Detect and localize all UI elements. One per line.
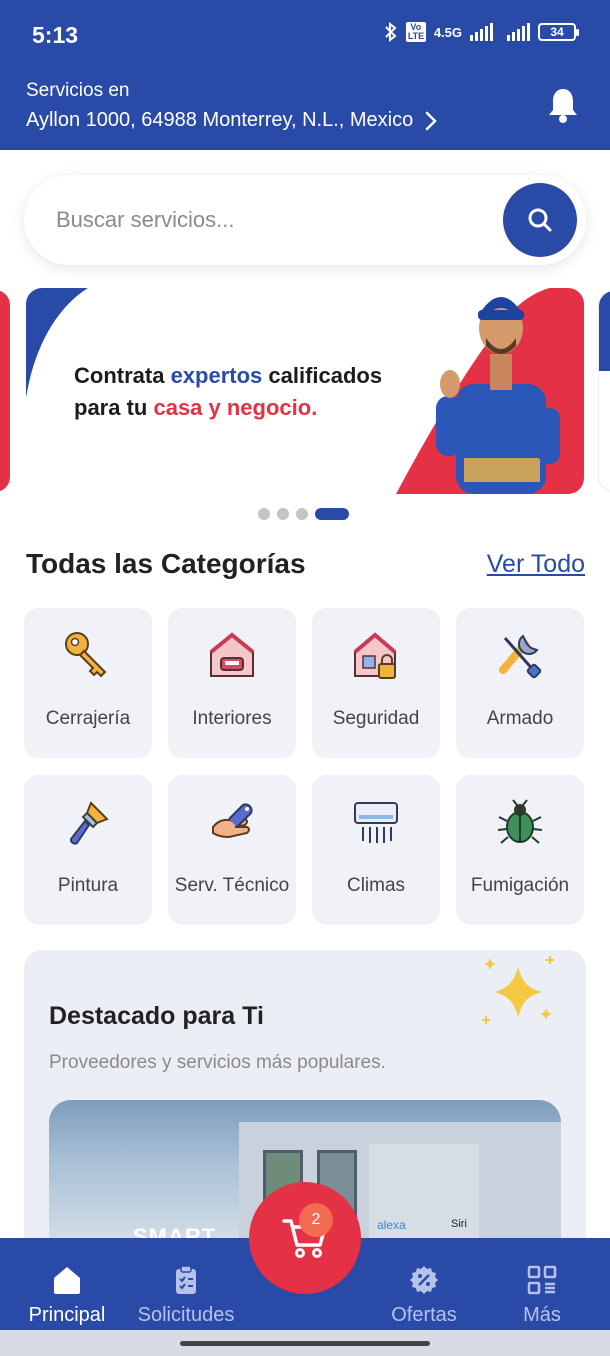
nav-principal[interactable]: Principal xyxy=(7,1238,127,1330)
clipboard-icon xyxy=(176,1265,196,1294)
cart-button[interactable] xyxy=(249,1182,361,1294)
category-interiores[interactable]: Interiores xyxy=(168,608,296,758)
carousel-dot[interactable] xyxy=(296,508,308,520)
discount-icon xyxy=(410,1266,438,1294)
category-pintura[interactable]: Pintura xyxy=(24,775,152,925)
nav-label: Ofertas xyxy=(391,1304,457,1326)
banner-text-2: expertos xyxy=(170,363,263,388)
signal-icon xyxy=(470,23,493,41)
key-icon xyxy=(65,632,107,678)
search-icon xyxy=(528,208,552,232)
category-label: Pintura xyxy=(57,875,119,896)
location-selector[interactable]: Ayllon 1000, 64988 Monterrey, N.L., Mexi… xyxy=(26,109,438,132)
sparkle-icon xyxy=(482,956,554,1024)
signal-icon-2 xyxy=(507,23,530,41)
banner-headline: Contrata expertos calificados para tu ca… xyxy=(74,360,434,424)
cart-count-badge: 2 xyxy=(299,1203,333,1237)
categories-grid: Cerrajería Interiores Seguridad Armado P… xyxy=(24,608,586,925)
banner-prev-peek[interactable] xyxy=(0,290,10,492)
search-bar xyxy=(24,175,586,265)
bell-icon[interactable] xyxy=(546,86,580,124)
paintbrush-icon xyxy=(69,801,109,845)
network-label: 4.5G xyxy=(433,24,462,40)
banner-text-1: Contrata xyxy=(74,363,171,388)
home-indicator[interactable] xyxy=(180,1341,430,1346)
app-header: 5:13 Vo LTE 4.5G 34 Servicios en Ayllon … xyxy=(0,0,610,150)
category-cerrajeria[interactable]: Cerrajería xyxy=(24,608,152,758)
house-interior-icon xyxy=(209,632,255,677)
status-icons: Vo LTE 4.5G 34 xyxy=(384,22,579,42)
nav-ofertas[interactable]: Ofertas xyxy=(364,1238,484,1330)
carousel-dot-active[interactable] xyxy=(315,508,349,520)
banner-text-4: para tu xyxy=(74,395,154,420)
category-label: Climas xyxy=(346,875,406,896)
carousel-dot[interactable] xyxy=(258,508,270,520)
bug-icon xyxy=(497,799,543,844)
nav-label: Más xyxy=(523,1304,561,1326)
carousel-dot[interactable] xyxy=(277,508,289,520)
category-label: Interiores xyxy=(192,708,272,729)
home-icon xyxy=(54,1267,80,1294)
house-lock-icon xyxy=(353,632,397,679)
location-label: Servicios en xyxy=(26,80,130,101)
system-navigation-bar xyxy=(0,1330,610,1356)
wrench-hand-icon xyxy=(212,803,253,839)
category-fumigacion[interactable]: Fumigación xyxy=(456,775,584,925)
category-label: Cerrajería xyxy=(45,708,131,729)
siri-logo: Siri xyxy=(451,1218,467,1230)
category-label: Armado xyxy=(486,708,554,729)
carousel-indicator xyxy=(258,508,349,520)
worker-illustration xyxy=(436,297,560,494)
categories-title: Todas las Categorías xyxy=(26,548,306,579)
nav-label: Principal xyxy=(28,1304,106,1326)
category-label: Seguridad xyxy=(332,708,420,729)
banner-text-3: calificados xyxy=(262,363,383,388)
category-armado[interactable]: Armado xyxy=(456,608,584,758)
category-label: Fumigación xyxy=(470,875,570,896)
tools-icon xyxy=(499,634,542,679)
promo-banner[interactable]: Contrata expertos calificados para tu ca… xyxy=(26,288,584,494)
nav-mas[interactable]: Más xyxy=(482,1238,602,1330)
category-serv-tecnico[interactable]: Serv. Técnico xyxy=(168,775,296,925)
banner-next-peek[interactable] xyxy=(598,290,610,492)
status-bar: 5:13 Vo LTE 4.5G 34 xyxy=(0,0,610,70)
see-all-link[interactable]: Ver Todo xyxy=(487,550,585,579)
category-seguridad[interactable]: Seguridad xyxy=(312,608,440,758)
grid-icon xyxy=(527,1265,557,1295)
category-label: Serv. Técnico xyxy=(174,875,290,896)
chevron-right-icon xyxy=(426,111,438,130)
bluetooth-icon xyxy=(385,22,397,42)
nav-label: Solicitudes xyxy=(137,1304,235,1326)
nav-solicitudes[interactable]: Solicitudes xyxy=(126,1238,246,1330)
location-address: Ayllon 1000, 64988 Monterrey, N.L., Mexi… xyxy=(26,109,414,131)
search-button[interactable] xyxy=(503,183,577,257)
battery-level: 34 xyxy=(550,25,564,39)
featured-title: Destacado para Ti xyxy=(49,1002,264,1030)
category-climas[interactable]: Climas xyxy=(312,775,440,925)
volte-badge: Vo LTE xyxy=(405,22,426,42)
air-conditioner-icon xyxy=(354,802,398,843)
alexa-logo: alexa xyxy=(377,1218,406,1232)
featured-subtitle: Proveedores y servicios más populares. xyxy=(49,1052,386,1073)
battery-icon: 34 xyxy=(538,23,579,41)
search-input[interactable] xyxy=(56,197,486,243)
banner-text-5: casa y negocio. xyxy=(153,395,318,420)
status-time: 5:13 xyxy=(32,22,79,48)
